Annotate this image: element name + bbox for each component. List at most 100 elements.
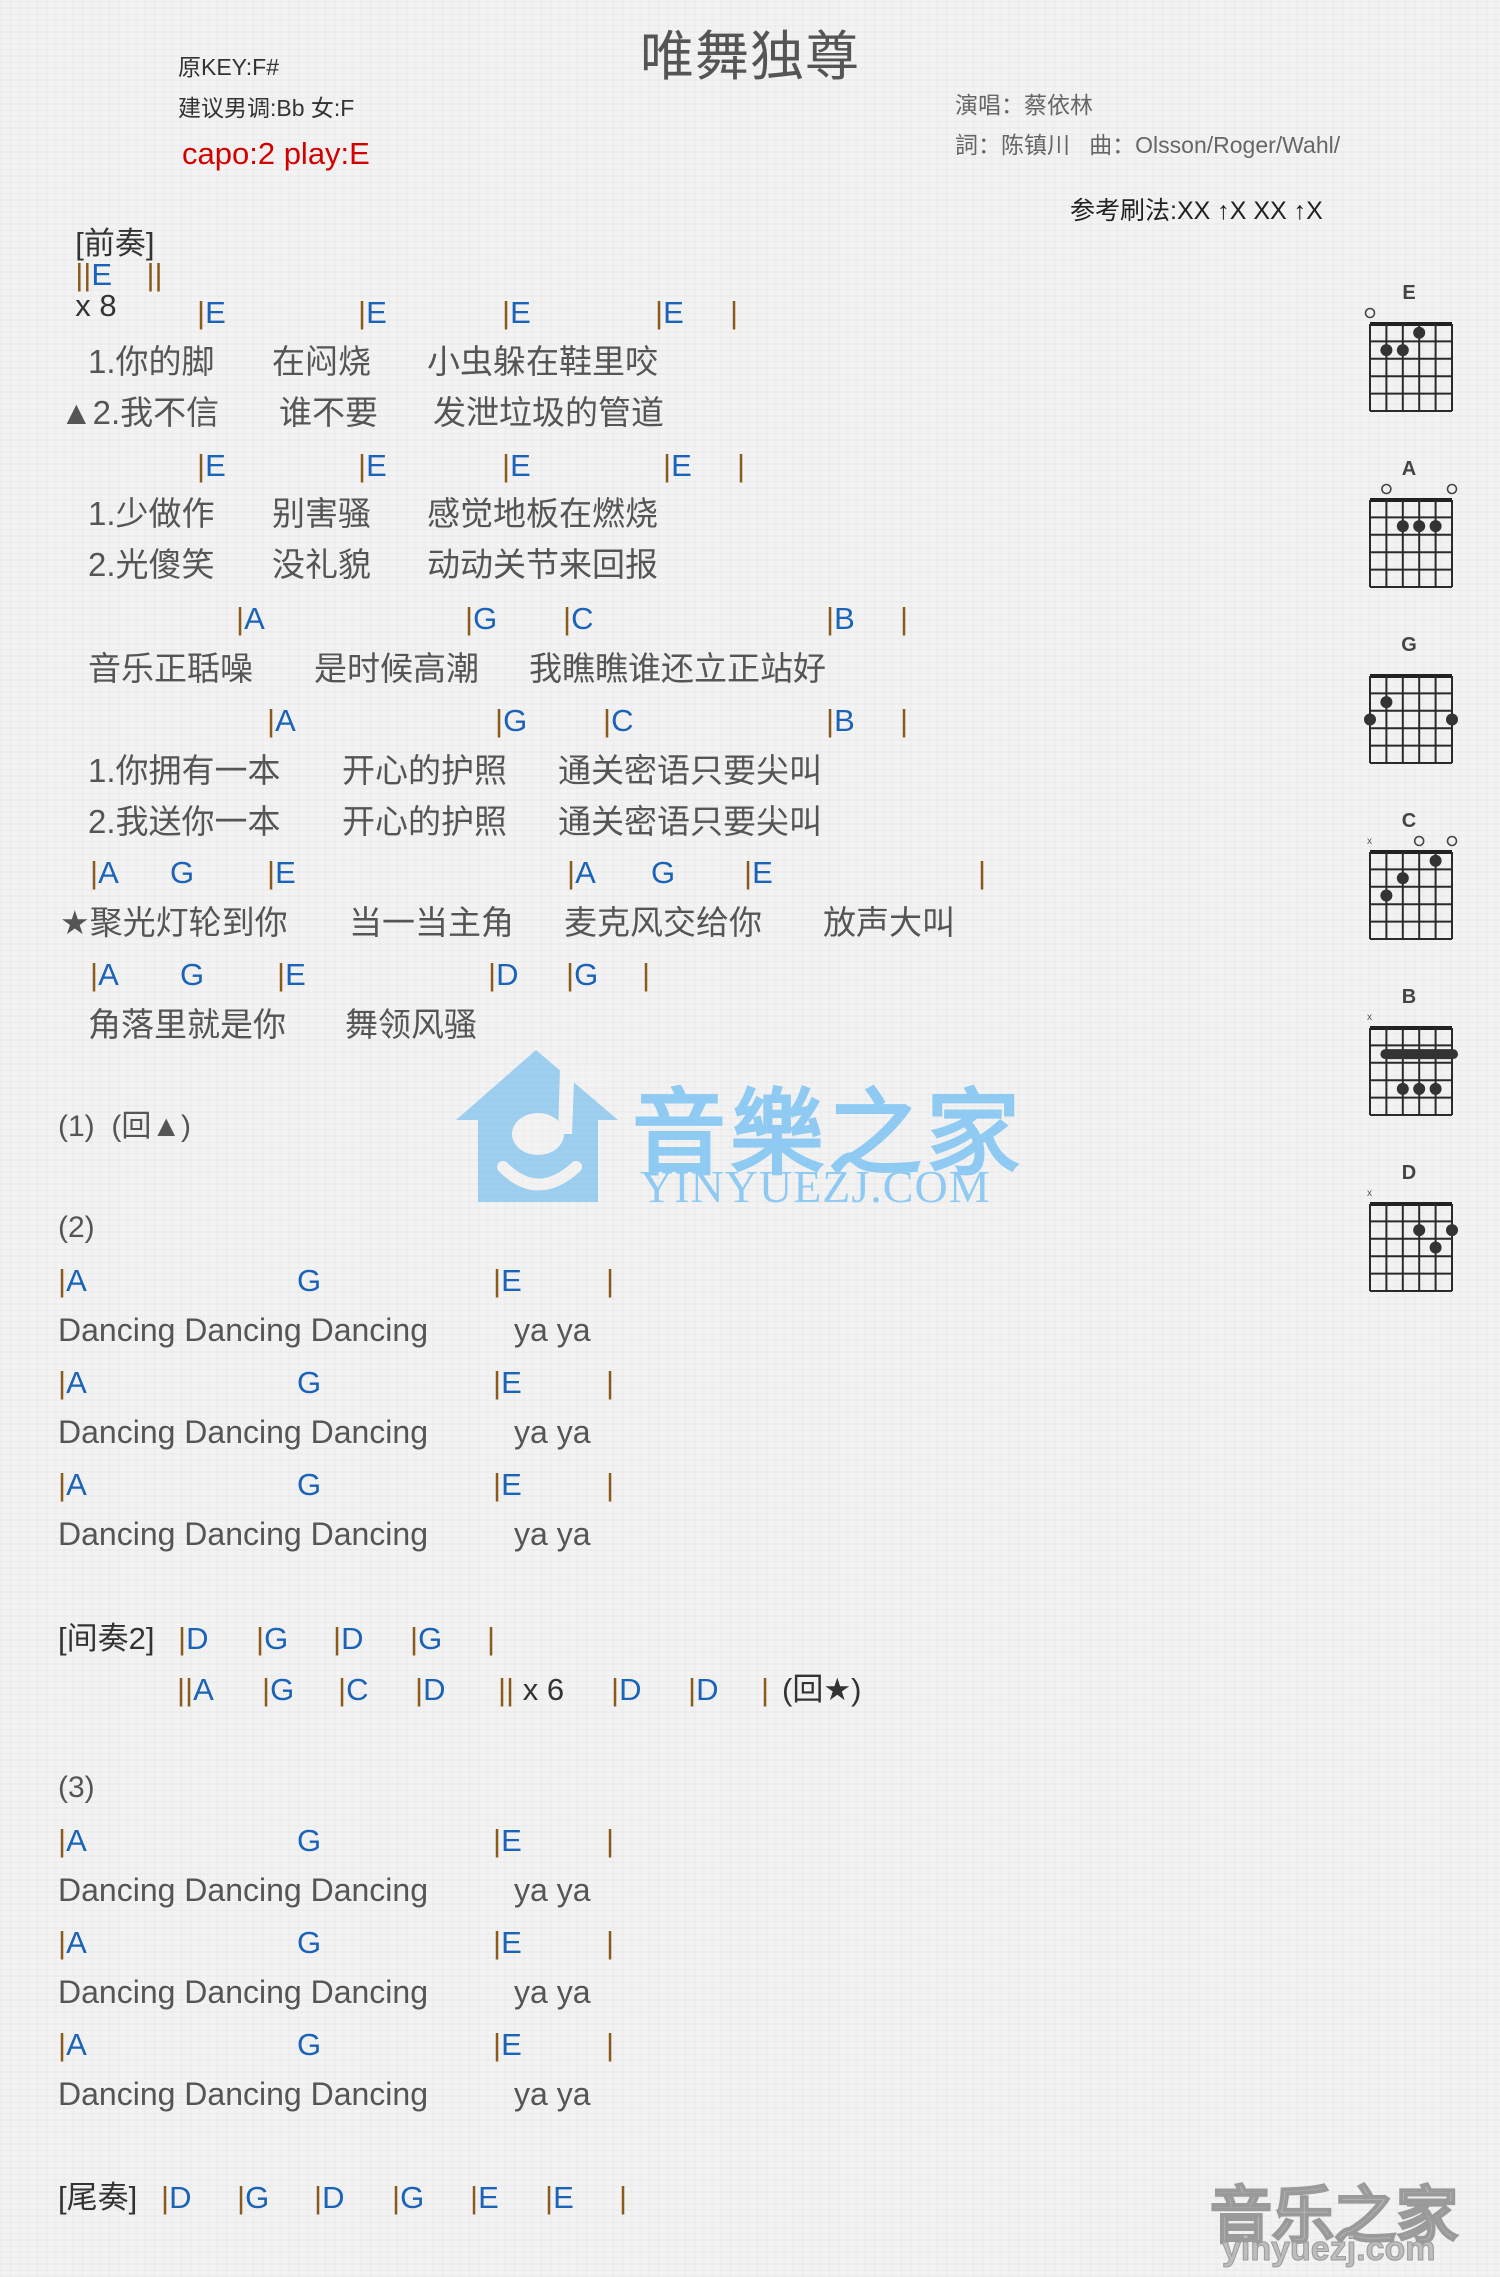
chord: |D xyxy=(415,1674,445,1705)
chord-name: A xyxy=(66,1263,87,1298)
chord-name: A xyxy=(193,1672,214,1707)
chord-name: G xyxy=(297,1365,322,1400)
lyric-phrase: Dancing Dancing Dancing xyxy=(58,1414,428,1450)
chord: | xyxy=(730,297,738,328)
bar-line: | xyxy=(58,1467,67,1502)
chord-name: G xyxy=(503,703,528,738)
chord: G xyxy=(297,1265,321,1296)
chord: |E xyxy=(358,297,387,328)
chord-name: G xyxy=(297,1467,322,1502)
capo-info: capo:2 play:E xyxy=(182,136,370,171)
song-title: 唯舞独尊 xyxy=(640,27,860,87)
chord: (回★) xyxy=(782,1674,861,1705)
bar-line: | xyxy=(606,1823,615,1858)
chord: |E xyxy=(493,1927,522,1958)
chord: |G xyxy=(410,1623,442,1654)
chord: |C xyxy=(563,603,593,634)
bar-line: | xyxy=(488,957,497,992)
bar-line: | xyxy=(737,448,746,483)
chord: |D xyxy=(333,1623,363,1654)
bar-line: | xyxy=(58,1823,67,1858)
chord: ||A xyxy=(177,1674,214,1705)
chord-name: E xyxy=(510,295,531,330)
chord: |D xyxy=(161,2182,191,2213)
lyric-phrase: 通关密语只要尖叫 xyxy=(558,803,822,840)
lyric-phrase: ya ya xyxy=(514,2076,591,2112)
chord: |G xyxy=(256,1623,288,1654)
bar-line: | xyxy=(465,601,474,636)
outro-label: [尾奏] xyxy=(58,2180,138,2215)
chord-name: (回★) xyxy=(782,1672,862,1707)
chord-name: D xyxy=(186,1621,209,1656)
lyric-phrase: ya ya xyxy=(514,1516,591,1552)
corner-url: yinyuezj.com xyxy=(1222,2230,1437,2269)
finger-dot xyxy=(1446,1224,1458,1237)
chord: |G xyxy=(237,2182,269,2213)
chord-name: E xyxy=(501,1823,522,1858)
bar-line: | xyxy=(314,2180,323,2215)
nut xyxy=(1370,1026,1452,1030)
fretboard-grid: x xyxy=(1367,1012,1458,1116)
bar-line: | xyxy=(197,448,206,483)
lyric-phrase: 谁不要 xyxy=(279,394,378,431)
bar-line: | xyxy=(978,855,987,890)
bar-line: | xyxy=(606,1365,615,1400)
watermark-url: YINYUEZJ.COM xyxy=(640,1161,991,1212)
bar-line: | xyxy=(642,957,651,992)
chord-name: A xyxy=(98,855,119,890)
nut xyxy=(1370,1202,1452,1206)
part1-label: (1) (回▲) xyxy=(58,1110,192,1143)
chord-name: G xyxy=(170,855,195,890)
finger-dot xyxy=(1429,520,1442,533)
chord: | xyxy=(900,603,908,634)
chord: |B xyxy=(826,705,855,736)
chord-name: C xyxy=(611,703,634,738)
chord: | xyxy=(900,705,908,736)
original-key: 原KEY:F# xyxy=(178,54,279,80)
lyric-phrase: Dancing Dancing Dancing xyxy=(58,1872,428,1908)
finger-dot xyxy=(1396,872,1409,885)
chord: |E xyxy=(493,1469,522,1500)
lyric-phrase: 发泄垃圾的管道 xyxy=(433,394,664,431)
chord-name: E xyxy=(366,295,387,330)
open-string-marker xyxy=(1413,835,1425,847)
finger-dot xyxy=(1446,713,1458,726)
lyric-phrase: 动动关节来回报 xyxy=(427,546,658,583)
chord-name: A xyxy=(244,601,265,636)
lyric-phrase: 音乐正聒噪 xyxy=(88,650,253,687)
lyric-phrase: 当一当主角 xyxy=(349,904,514,941)
bar-line: | xyxy=(338,1672,347,1707)
bar-line: | xyxy=(90,957,99,992)
bar-line: | xyxy=(358,295,367,330)
finger-dot xyxy=(1380,696,1393,709)
repeat-count: x 8 xyxy=(75,288,117,323)
chord-diagram-a: A xyxy=(1366,458,1458,598)
chord: |A xyxy=(58,1825,87,1856)
finger-dot xyxy=(1396,344,1409,357)
chord: | xyxy=(761,1674,769,1705)
chord-name: D xyxy=(696,1672,719,1707)
lyric-phrase: ya ya xyxy=(514,1312,591,1348)
chord-name: G xyxy=(297,1823,322,1858)
lyric-phrase: 麦克风交给你 xyxy=(564,904,762,941)
chord: | xyxy=(642,959,650,990)
chord: |A xyxy=(236,603,265,634)
chord-name: G xyxy=(180,957,205,992)
bar-line: | xyxy=(237,2180,246,2215)
bar-line: | xyxy=(415,1672,424,1707)
chord-name: G xyxy=(574,957,599,992)
chord: G xyxy=(180,959,204,990)
open-string-marker xyxy=(1381,483,1392,495)
lyric-phrase: 我瞧瞧谁还立正站好 xyxy=(529,650,826,687)
chord-name: E xyxy=(501,1467,522,1502)
bar-line: | xyxy=(606,2027,615,2062)
section-label: (2) xyxy=(58,1211,95,1244)
bar-line: | xyxy=(563,601,572,636)
chord: | xyxy=(606,2029,614,2060)
chord-name: E xyxy=(285,957,306,992)
chord: |D xyxy=(314,2182,344,2213)
bar-line: | xyxy=(502,448,511,483)
chord-name: A xyxy=(66,2027,87,2062)
bar-line: | xyxy=(267,855,276,890)
chord-diagram-b: Bx xyxy=(1366,986,1458,1126)
